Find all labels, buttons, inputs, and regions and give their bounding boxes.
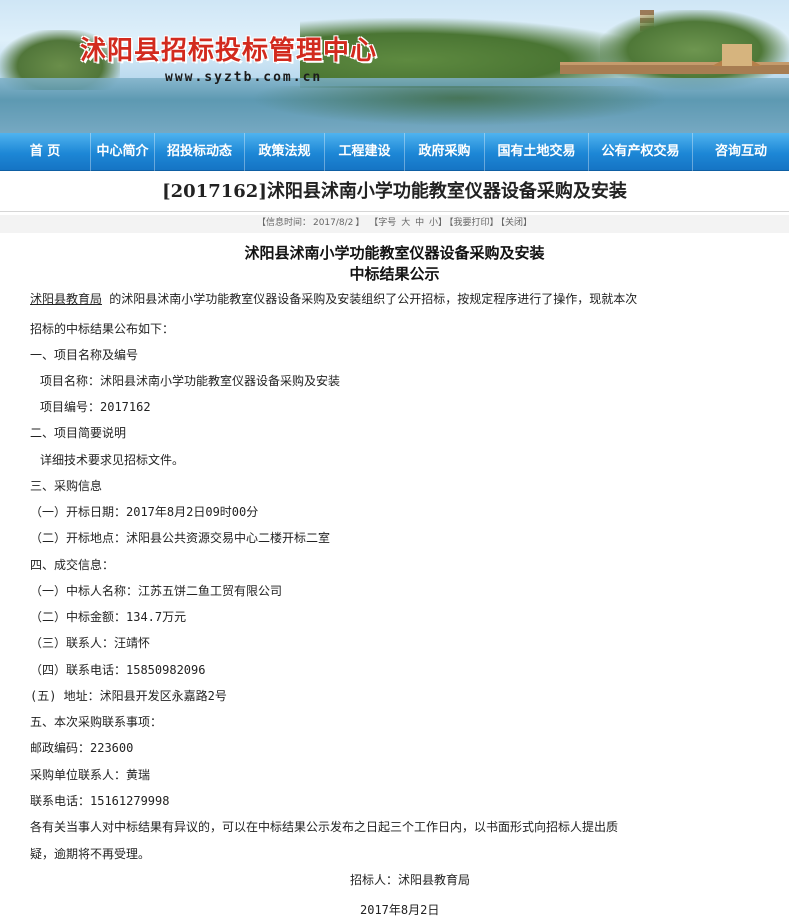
document-heading-line2: 中标结果公示 [349,265,440,283]
section-heading-3: 三、采购信息 [30,479,103,493]
info-time-label: 【信息时间： [256,218,311,228]
document-heading-line1: 沭阳县沭南小学功能教室仪器设备采购及安装 [244,244,545,262]
font-size-label: 【字号 [369,218,397,228]
notice-date: 2017年8月2日 [360,903,440,917]
objection-notice: 各有关当事人对中标结果有异议的，可以在中标结果公示发布之日起三个工作日内，以书面… [30,820,619,834]
objection-notice-line2: 疑，逾期将不再受理。 [30,847,151,861]
winner-address: (五) 地址：沭阳县开发区永嘉路2号 [30,689,227,703]
nav-consult[interactable]: 咨询互动 [693,133,789,171]
intro-text: 的沭阳县沭南小学功能教室仪器设备采购及安装组织了公开招标，按规定程序进行了操作，… [102,292,638,306]
font-size-small[interactable]: 小】 [429,218,447,228]
header-banner: 沭阳县招标投标管理中心 www.syztb.com.cn [0,0,789,133]
close-link[interactable]: 【关闭】 [501,218,533,228]
intro-paragraph: 沭阳县教育局 的沭阳县沭南小学功能教室仪器设备采购及安装组织了公开招标，按规定程… [30,290,637,307]
article-title: [2017162]沭阳县沭南小学功能教室仪器设备采购及安装 [0,171,789,212]
section-heading-1: 一、项目名称及编号 [30,348,139,362]
site-url: www.syztb.com.cn [165,70,323,85]
nav-gov-procurement[interactable]: 政府采购 [405,132,485,171]
site-title: 沭阳县招标投标管理中心 [80,36,378,66]
nav-policies[interactable]: 政策法规 [245,132,325,171]
postcode: 邮政编码：223600 [30,741,134,755]
section-heading-4: 四、成交信息： [30,558,115,572]
nav-property-trade[interactable]: 公有产权交易 [589,132,693,171]
font-size-medium[interactable]: 中 [415,218,424,228]
contact-person: （三）联系人：汪靖怀 [30,636,151,650]
main-nav: 首 页 中心简介 招投标动态 政策法规 工程建设 政府采购 国有土地交易 公有产… [0,132,789,171]
nav-engineering[interactable]: 工程建设 [325,132,405,171]
buyer-contact: 采购单位联系人：黄瑞 [30,768,151,782]
font-size-large[interactable]: 大 [401,218,410,228]
nav-land-trade[interactable]: 国有土地交易 [485,132,589,171]
buyer-phone: 联系电话：15161279998 [30,794,170,808]
winning-amount: （二）中标金额：134.7万元 [30,610,187,624]
tenderer-signature: 招标人：沭阳县教育局 [350,873,471,887]
nav-bidding-news[interactable]: 招投标动态 [155,132,245,171]
contact-phone: （四）联系电话：15850982096 [30,663,206,677]
print-link[interactable]: 【我要打印】 [449,218,499,228]
agency-link[interactable]: 沭阳县教育局 [30,292,102,306]
detail-note: 详细技术要求见招标文件。 [40,453,185,467]
info-time-value: 2017/8/2 [312,218,354,228]
section-heading-5: 五、本次采购联系事项： [30,715,163,729]
open-place: （二）开标地点：沭阳县公共资源交易中心二楼开标二室 [30,531,331,545]
project-name: 项目名称：沭阳县沭南小学功能教室仪器设备采购及安装 [40,374,341,388]
article-body: 沭阳县教育局 的沭阳县沭南小学功能教室仪器设备采购及安装组织了公开招标，按规定程… [0,290,789,919]
winner-name: （一）中标人名称：江苏五饼二鱼工贸有限公司 [30,584,283,598]
project-code: 项目编号：2017162 [40,400,151,414]
section-heading-2: 二、项目简要说明 [30,426,127,440]
meta-bracket: 】 [355,218,365,228]
nav-home[interactable]: 首 页 [0,132,91,171]
document-heading: 沭阳县沭南小学功能教室仪器设备采购及安装 中标结果公示 [0,243,789,285]
nav-about[interactable]: 中心简介 [91,132,155,171]
banner-pavilion [722,44,752,66]
open-date: （一）开标日期：2017年8月2日09时00分 [30,505,259,519]
banner-reflection [250,86,670,126]
article-meta-bar: 【信息时间： 2017/8/2】 【字号 大 中 小】 【我要打印】 【关闭】 [0,215,789,233]
intro-paragraph-line2: 招标的中标结果公布如下： [30,322,175,336]
